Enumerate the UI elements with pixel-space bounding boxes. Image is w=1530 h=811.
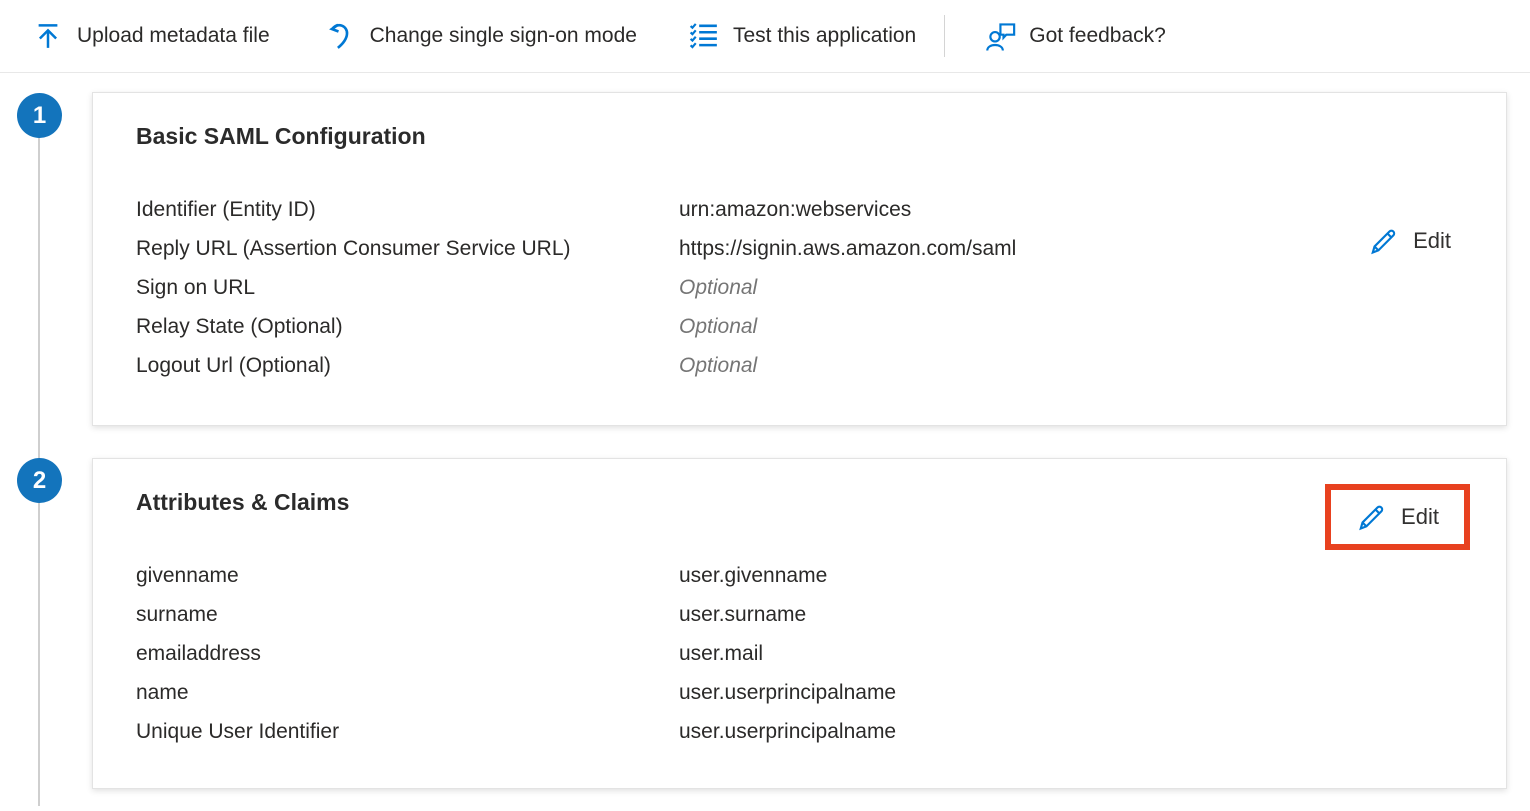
feedback-person-icon xyxy=(985,21,1015,51)
claim-name: name xyxy=(136,673,679,712)
claims-list: givenname user.givenname surname user.su… xyxy=(136,556,1463,751)
claim-row-name: name user.userprincipalname xyxy=(136,673,1463,712)
basic-saml-configuration-card: Basic SAML Configuration Edit Identifier… xyxy=(92,92,1507,426)
checklist-icon xyxy=(689,21,719,51)
basic-saml-fields: Identifier (Entity ID) urn:amazon:webser… xyxy=(136,190,1463,385)
test-application-button[interactable]: Test this application xyxy=(689,21,916,51)
field-label: Logout Url (Optional) xyxy=(136,346,679,385)
field-row-sign-on-url: Sign on URL Optional xyxy=(136,268,1463,307)
field-value: urn:amazon:webservices xyxy=(679,190,911,229)
toolbar-divider xyxy=(944,15,945,57)
claim-value: user.userprincipalname xyxy=(679,712,896,751)
field-label: Sign on URL xyxy=(136,268,679,307)
edit-basic-saml-label: Edit xyxy=(1413,228,1451,254)
field-value: https://signin.aws.amazon.com/saml xyxy=(679,229,1016,268)
field-label: Identifier (Entity ID) xyxy=(136,190,679,229)
field-row-reply-url: Reply URL (Assertion Consumer Service UR… xyxy=(136,229,1463,268)
step-2-badge: 2 xyxy=(17,458,62,503)
attributes-claims-title: Attributes & Claims xyxy=(136,489,1463,516)
claim-row-givenname: givenname user.givenname xyxy=(136,556,1463,595)
field-label: Reply URL (Assertion Consumer Service UR… xyxy=(136,229,679,268)
test-application-label: Test this application xyxy=(733,24,916,48)
step-1-number: 1 xyxy=(33,102,46,130)
upload-metadata-file-button[interactable]: Upload metadata file xyxy=(33,21,270,51)
edit-basic-saml-button[interactable]: Edit xyxy=(1368,225,1451,257)
field-row-logout-url: Logout Url (Optional) Optional xyxy=(136,346,1463,385)
claim-value: user.givenname xyxy=(679,556,827,595)
pencil-icon xyxy=(1356,501,1388,533)
change-sso-mode-label: Change single sign-on mode xyxy=(370,24,637,48)
claim-row-surname: surname user.surname xyxy=(136,595,1463,634)
command-bar: Upload metadata file Change single sign-… xyxy=(0,0,1530,73)
got-feedback-button[interactable]: Got feedback? xyxy=(985,21,1166,51)
got-feedback-label: Got feedback? xyxy=(1029,24,1166,48)
attributes-claims-card: Attributes & Claims Edit givenname user.… xyxy=(92,458,1507,789)
field-row-relay-state: Relay State (Optional) Optional xyxy=(136,307,1463,346)
edit-attributes-claims-label: Edit xyxy=(1401,504,1439,530)
claim-name: surname xyxy=(136,595,679,634)
field-value-optional: Optional xyxy=(679,307,757,346)
claim-name: emailaddress xyxy=(136,634,679,673)
claim-row-unique-user-identifier: Unique User Identifier user.userprincipa… xyxy=(136,712,1463,751)
upload-metadata-file-label: Upload metadata file xyxy=(77,24,270,48)
change-sso-mode-button[interactable]: Change single sign-on mode xyxy=(326,21,637,51)
pencil-icon xyxy=(1368,225,1400,257)
claim-name: givenname xyxy=(136,556,679,595)
field-label: Relay State (Optional) xyxy=(136,307,679,346)
claim-name: Unique User Identifier xyxy=(136,712,679,751)
field-value-optional: Optional xyxy=(679,268,757,307)
step-2-number: 2 xyxy=(33,467,46,495)
undo-arrow-icon xyxy=(326,21,356,51)
step-1-badge: 1 xyxy=(17,93,62,138)
claim-value: user.userprincipalname xyxy=(679,673,896,712)
claim-value: user.surname xyxy=(679,595,806,634)
upload-icon xyxy=(33,21,63,51)
edit-attributes-claims-button[interactable]: Edit xyxy=(1356,501,1439,533)
basic-saml-configuration-title: Basic SAML Configuration xyxy=(136,123,1463,150)
claim-value: user.mail xyxy=(679,634,763,673)
claim-row-emailaddress: emailaddress user.mail xyxy=(136,634,1463,673)
field-row-identifier: Identifier (Entity ID) urn:amazon:webser… xyxy=(136,190,1463,229)
red-highlight-box: Edit xyxy=(1325,484,1470,550)
field-value-optional: Optional xyxy=(679,346,757,385)
